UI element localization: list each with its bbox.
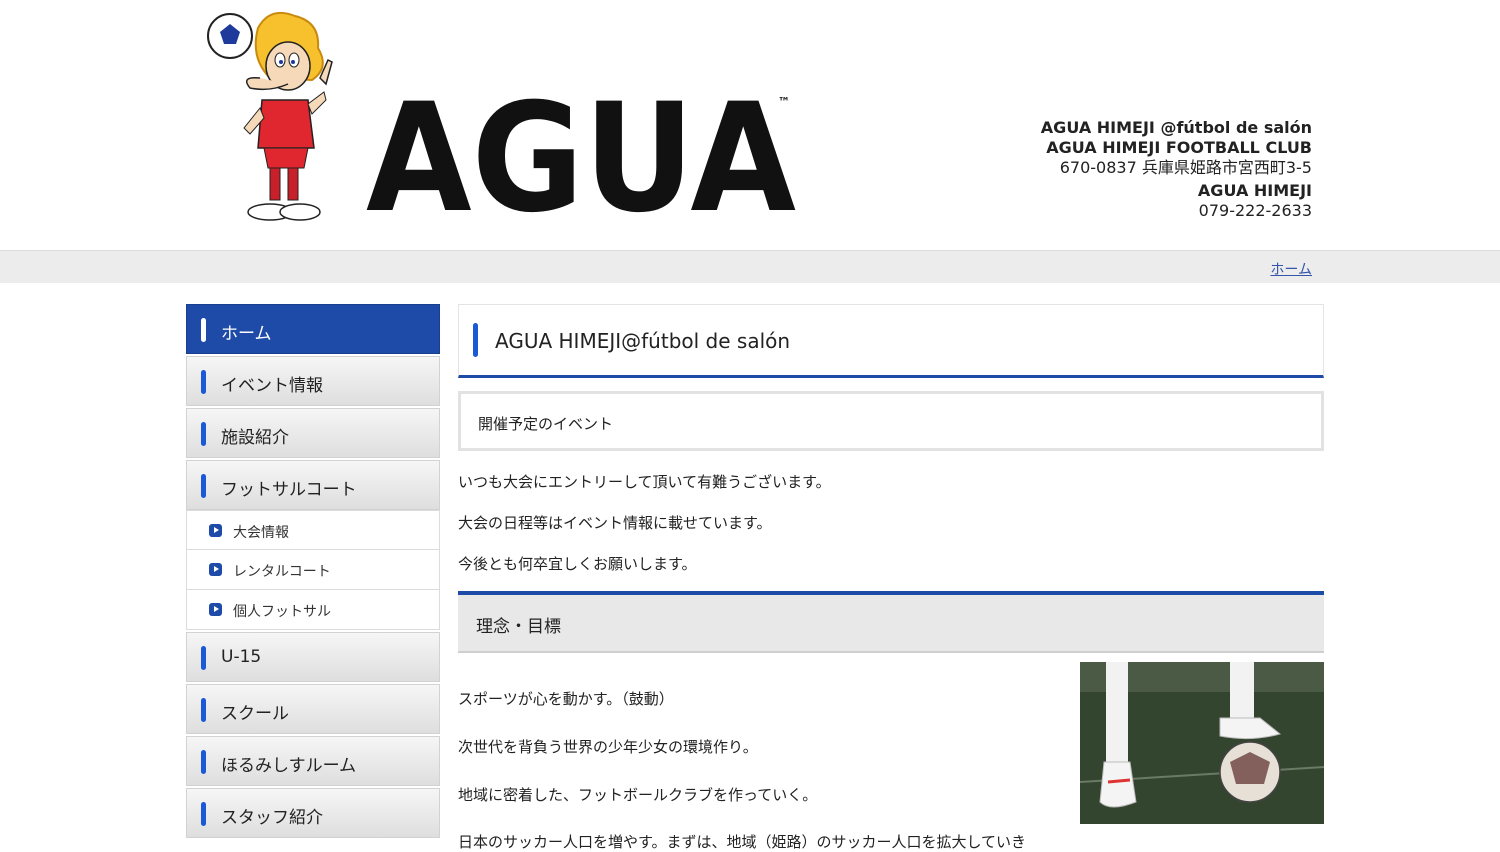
section-heading: 理念・目標 bbox=[476, 617, 561, 637]
sidebar-item-home[interactable]: ホーム bbox=[186, 304, 440, 354]
contact-name: AGUA HIMEJI bbox=[1197, 181, 1312, 200]
sidebar-subitem-label: 大会情報 bbox=[233, 525, 289, 541]
sidebar-submenu: 大会情報 レンタルコート 個人フットサル bbox=[186, 510, 440, 630]
page-title: AGUA HIMEJI@fútbol de salón bbox=[495, 329, 791, 353]
nav-marker-icon bbox=[201, 422, 206, 446]
sidebar-item-u15[interactable]: U-15 bbox=[186, 632, 440, 682]
sidebar-item-label: フットサルコート bbox=[221, 480, 357, 500]
nav-marker-icon bbox=[201, 370, 206, 394]
sidebar-item-label: スクール bbox=[221, 704, 289, 724]
sidebar-item-school[interactable]: スクール bbox=[186, 684, 440, 734]
play-arrow-icon bbox=[209, 563, 222, 576]
sidebar-subitem-tournament[interactable]: 大会情報 bbox=[186, 510, 440, 550]
sidebar-item-label: 施設紹介 bbox=[221, 428, 289, 448]
contact-address: 670-0837 兵庫県姫路市宮西町3-5 bbox=[1059, 158, 1312, 177]
intro-paragraph: 今後とも何卒宜しくお願いします。 bbox=[458, 555, 697, 573]
main-content: AGUA HIMEJI@fútbol de salón 開催予定のイベント いつ… bbox=[458, 304, 1324, 851]
sidebar-item-label: スタッフ紹介 bbox=[221, 808, 323, 828]
section-heading-box: 理念・目標 bbox=[458, 591, 1324, 653]
sidebar-subitem-label: 個人フットサル bbox=[233, 604, 331, 620]
nav-marker-icon bbox=[201, 698, 206, 722]
contact-line1: AGUA HIMEJI @fútbol de salón bbox=[1040, 118, 1312, 137]
site-header: AGUA ™ AGUA HIMEJI @fútbol de salón AGUA… bbox=[0, 0, 1500, 250]
contact-line2: AGUA HIMEJI FOOTBALL CLUB bbox=[1046, 138, 1312, 157]
nav-marker-icon bbox=[201, 474, 206, 498]
svg-text:™: ™ bbox=[778, 95, 790, 109]
philosophy-line: 次世代を背負う世界の少年少女の環境作り。 bbox=[458, 738, 758, 756]
sidebar-item-label: ホーム bbox=[221, 324, 272, 344]
sidebar-item-label: ほるみしすルーム bbox=[221, 756, 357, 776]
play-arrow-icon bbox=[209, 603, 222, 616]
sidebar-item-label: イベント情報 bbox=[221, 376, 323, 396]
event-heading: 開催予定のイベント bbox=[478, 415, 614, 433]
sidebar-subitem-label: レンタルコート bbox=[233, 564, 331, 580]
sidebar-item-facilities[interactable]: 施設紹介 bbox=[186, 408, 440, 458]
intro-paragraph: いつも大会にエントリーして頂いて有難うございます。 bbox=[458, 473, 831, 491]
nav-marker-icon bbox=[201, 750, 206, 774]
philosophy-line: 地域に密着した、フットボールクラブを作っていく。 bbox=[458, 786, 818, 804]
sidebar-subitem-individual-futsal[interactable]: 個人フットサル bbox=[186, 590, 440, 630]
sidebar-item-futsal-court[interactable]: フットサルコート bbox=[186, 460, 440, 510]
svg-text:AGUA: AGUA bbox=[366, 92, 796, 217]
mascot-logo bbox=[207, 12, 333, 221]
nav-marker-icon bbox=[201, 802, 206, 826]
nav-marker-icon bbox=[201, 646, 206, 670]
sidebar-item-staff[interactable]: スタッフ紹介 bbox=[186, 788, 440, 838]
philosophy-line: スポーツが心を動かす。（鼓動） bbox=[458, 690, 674, 708]
event-heading-box: 開催予定のイベント bbox=[458, 391, 1324, 451]
sidebar-subitem-rental-court[interactable]: レンタルコート bbox=[186, 550, 440, 590]
soccer-photo bbox=[1080, 662, 1324, 824]
sidebar-item-room[interactable]: ほるみしすルーム bbox=[186, 736, 440, 786]
sidebar-nav: ホーム イベント情報 施設紹介 フットサルコート 大会情報 レンタルコート 個人… bbox=[186, 304, 440, 840]
breadcrumb-home-link[interactable]: ホーム bbox=[1270, 259, 1312, 279]
breadcrumb: ホーム bbox=[0, 250, 1500, 283]
sidebar-item-events[interactable]: イベント情報 bbox=[186, 356, 440, 406]
sidebar-item-label: U-15 bbox=[221, 647, 262, 667]
philosophy-line: 日本のサッカー人口を増やす。まずは、地域（姫路）のサッカー人口を拡大していき bbox=[458, 833, 1027, 851]
title-marker-icon bbox=[473, 323, 478, 357]
contact-phone: 079-222-2633 bbox=[1198, 201, 1312, 220]
contact-info: AGUA HIMEJI @fútbol de salón AGUA HIMEJI… bbox=[1041, 118, 1312, 221]
nav-marker-icon bbox=[201, 318, 206, 342]
agua-wordmark-logo: AGUA ™ bbox=[366, 92, 796, 217]
page-title-box: AGUA HIMEJI@fútbol de salón bbox=[458, 304, 1324, 378]
play-arrow-icon bbox=[209, 524, 222, 537]
intro-paragraph: 大会の日程等はイベント情報に載せています。 bbox=[458, 514, 772, 532]
